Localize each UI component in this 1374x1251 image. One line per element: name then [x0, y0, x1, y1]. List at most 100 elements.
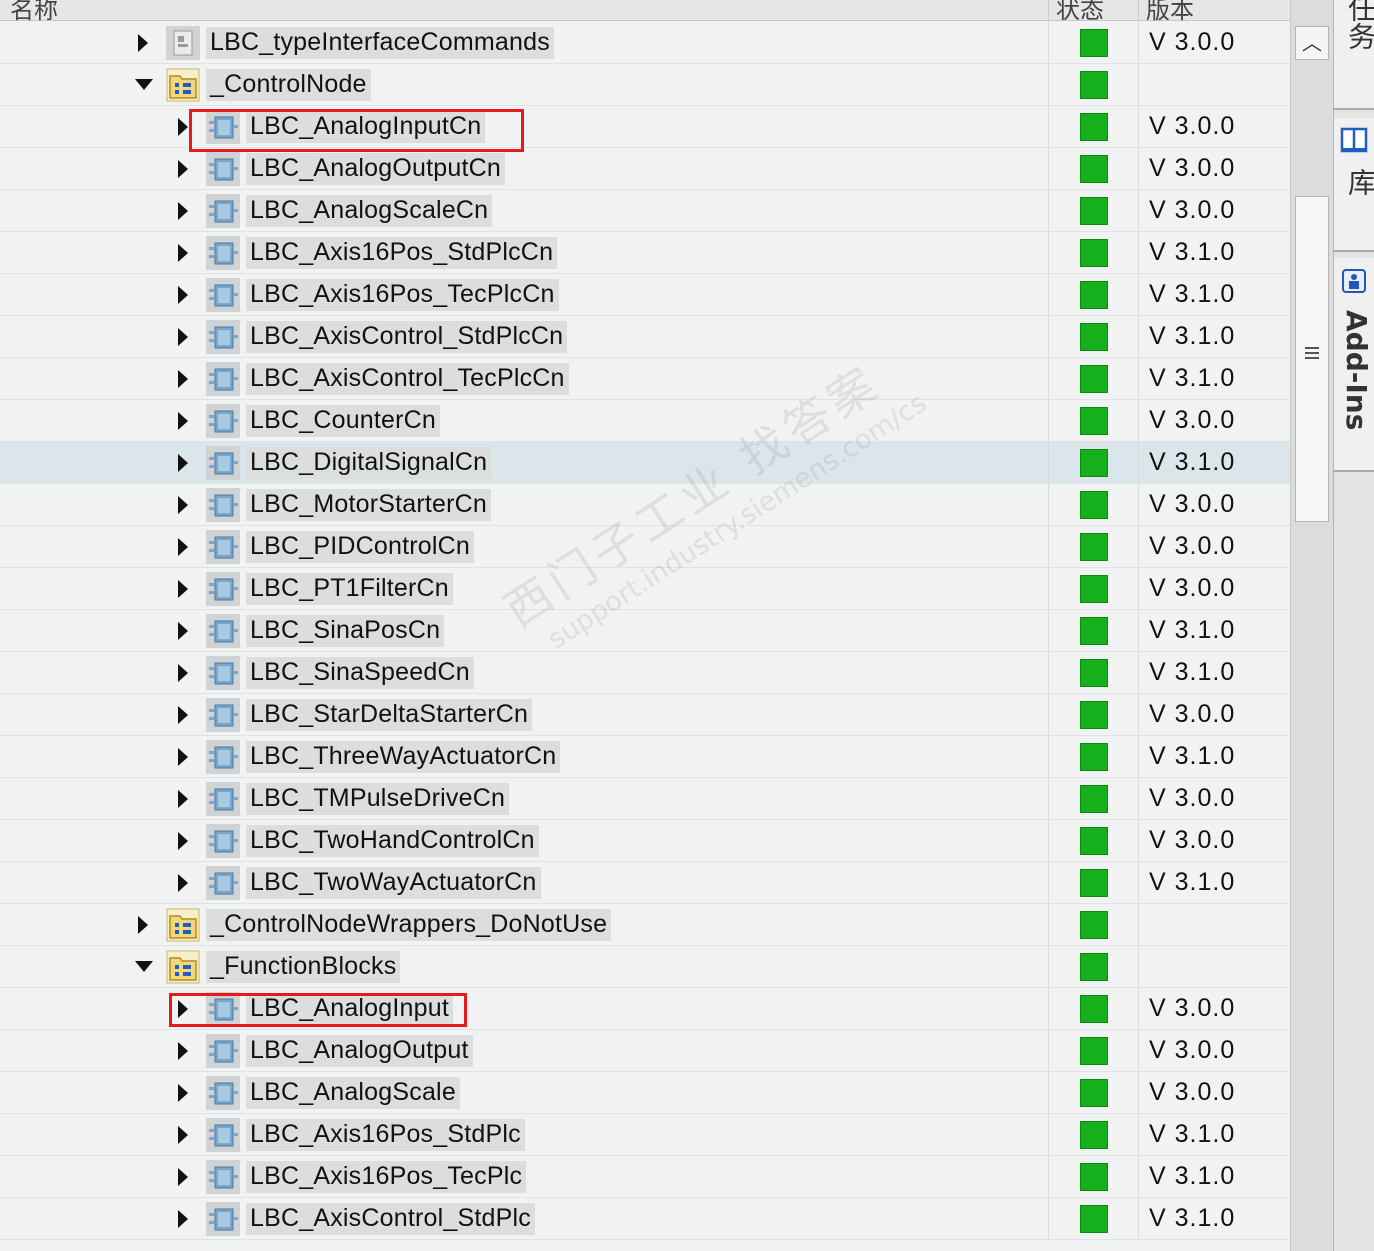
tree-row[interactable]: LBC_AnalogInputCn V 3.0.0: [0, 106, 1290, 148]
chevron-right-icon[interactable]: [178, 1126, 188, 1144]
tree-row[interactable]: LBC_MotorStarterCn V 3.0.0: [0, 484, 1290, 526]
tree-row[interactable]: LBC_typeInterfaceCommands V 3.0.0: [0, 22, 1290, 64]
chevron-right-icon[interactable]: [178, 160, 188, 178]
tree-row[interactable]: _FunctionBlocks: [0, 946, 1290, 988]
tree-row[interactable]: LBC_AnalogScaleCn V 3.0.0: [0, 190, 1290, 232]
chevron-right-icon[interactable]: [178, 1084, 188, 1102]
chevron-right-icon[interactable]: [178, 790, 188, 808]
block-icon: [206, 698, 240, 732]
tree-row[interactable]: LBC_PT1FilterCn V 3.0.0: [0, 568, 1290, 610]
block-icon: [206, 446, 240, 480]
version-label: V 3.1.0: [1149, 448, 1236, 476]
chevron-down-icon[interactable]: [135, 79, 153, 90]
chevron-right-icon[interactable]: [178, 538, 188, 556]
tree-row[interactable]: _ControlNode: [0, 64, 1290, 106]
block-icon: [206, 530, 240, 564]
version-label: V 3.1.0: [1149, 1162, 1236, 1190]
chevron-right-icon[interactable]: [178, 496, 188, 514]
chevron-down-icon[interactable]: [135, 961, 153, 972]
chevron-right-icon[interactable]: [178, 412, 188, 430]
tree-row[interactable]: LBC_Axis16Pos_StdPlcCn V 3.1.0: [0, 232, 1290, 274]
chevron-right-icon[interactable]: [178, 1168, 188, 1186]
column-divider: [1048, 232, 1049, 273]
status-ok-indicator: [1080, 29, 1108, 57]
chevron-right-icon[interactable]: [178, 118, 188, 136]
tree-row[interactable]: LBC_AnalogScale V 3.0.0: [0, 1072, 1290, 1114]
tab-tasks[interactable]: 任务: [1334, 0, 1374, 110]
block-icon: [206, 152, 240, 186]
chevron-right-icon[interactable]: [178, 202, 188, 220]
version-label: V 3.0.0: [1149, 406, 1236, 434]
column-divider: [1138, 148, 1139, 189]
chevron-right-icon[interactable]: [138, 916, 148, 934]
tree-row-label: LBC_PT1FilterCn: [246, 573, 453, 605]
tab-libraries[interactable]: 库: [1334, 118, 1374, 252]
column-divider: [1138, 316, 1139, 357]
tree-row-label: LBC_AnalogInputCn: [246, 111, 486, 143]
scroll-thumb[interactable]: [1295, 196, 1329, 522]
chevron-right-icon[interactable]: [178, 706, 188, 724]
folder-icon: [166, 908, 200, 942]
tab-addins[interactable]: Add-Ins: [1334, 258, 1374, 472]
block-icon: [206, 992, 240, 1026]
tree-row-label: LBC_AxisControl_StdPlcCn: [246, 321, 568, 353]
column-divider: [1048, 190, 1049, 231]
scroll-up-button[interactable]: ︿: [1295, 26, 1329, 60]
chevron-right-icon[interactable]: [178, 1000, 188, 1018]
chevron-right-icon[interactable]: [138, 34, 148, 52]
status-ok-indicator: [1080, 1121, 1108, 1149]
block-icon: [206, 866, 240, 900]
vertical-scrollbar[interactable]: ︿: [1290, 0, 1333, 1251]
tree-row-label: LBC_ThreeWayActuatorCn: [246, 741, 561, 773]
chevron-right-icon[interactable]: [178, 580, 188, 598]
chevron-right-icon[interactable]: [178, 1042, 188, 1060]
chevron-right-icon[interactable]: [178, 748, 188, 766]
tree-row[interactable]: LBC_TwoWayActuatorCn V 3.1.0: [0, 862, 1290, 904]
chevron-right-icon[interactable]: [178, 622, 188, 640]
tree-row[interactable]: LBC_AxisControl_StdPlcCn V 3.1.0: [0, 316, 1290, 358]
tree-row[interactable]: LBC_SinaSpeedCn V 3.1.0: [0, 652, 1290, 694]
tree-row[interactable]: LBC_DigitalSignalCn V 3.1.0: [0, 442, 1290, 484]
column-divider[interactable]: [1138, 0, 1139, 20]
tab-addins-label: Add-Ins: [1340, 310, 1373, 431]
chevron-right-icon[interactable]: [178, 454, 188, 472]
chevron-right-icon[interactable]: [178, 664, 188, 682]
tree-row[interactable]: _ControlNodeWrappers_DoNotUse: [0, 904, 1290, 946]
column-divider: [1138, 988, 1139, 1029]
column-divider: [1138, 442, 1139, 483]
tree-row-label: LBC_DigitalSignalCn: [246, 447, 492, 479]
library-tree-panel: 名称 状态 版本 LBC_typeInterfaceCommands V 3.0.…: [0, 0, 1290, 1251]
tree-row[interactable]: LBC_AnalogInput V 3.0.0: [0, 988, 1290, 1030]
chevron-right-icon[interactable]: [178, 1210, 188, 1228]
chevron-right-icon[interactable]: [178, 832, 188, 850]
tree-row[interactable]: LBC_AxisControl_TecPlcCn V 3.1.0: [0, 358, 1290, 400]
tree-row[interactable]: LBC_Axis16Pos_TecPlcCn V 3.1.0: [0, 274, 1290, 316]
chevron-right-icon[interactable]: [178, 328, 188, 346]
chevron-right-icon[interactable]: [178, 370, 188, 388]
tree-row[interactable]: LBC_PIDControlCn V 3.0.0: [0, 526, 1290, 568]
tree-row[interactable]: LBC_SinaPosCn V 3.1.0: [0, 610, 1290, 652]
status-ok-indicator: [1080, 407, 1108, 435]
block-icon: [206, 1202, 240, 1236]
tree-row[interactable]: LBC_ThreeWayActuatorCn V 3.1.0: [0, 736, 1290, 778]
chevron-right-icon[interactable]: [178, 244, 188, 262]
tree-row-label: LBC_MotorStarterCn: [246, 489, 492, 521]
tab-tasks-label: 任务: [1344, 0, 1374, 50]
tree-row[interactable]: LBC_Axis16Pos_TecPlc V 3.1.0: [0, 1156, 1290, 1198]
column-divider[interactable]: [1048, 0, 1049, 20]
tree-row[interactable]: LBC_Axis16Pos_StdPlc V 3.1.0: [0, 1114, 1290, 1156]
status-ok-indicator: [1080, 1037, 1108, 1065]
tree-row[interactable]: LBC_AnalogOutputCn V 3.0.0: [0, 148, 1290, 190]
tree-row[interactable]: LBC_TwoHandControlCn V 3.0.0: [0, 820, 1290, 862]
version-label: V 3.1.0: [1149, 658, 1236, 686]
tree-row[interactable]: LBC_TMPulseDriveCn V 3.0.0: [0, 778, 1290, 820]
tree-row-label: _ControlNode: [206, 69, 371, 101]
tree-row[interactable]: LBC_CounterCn V 3.0.0: [0, 400, 1290, 442]
chevron-right-icon[interactable]: [178, 874, 188, 892]
block-icon: [206, 824, 240, 858]
chevron-right-icon[interactable]: [178, 286, 188, 304]
tree-row[interactable]: LBC_AxisControl_StdPlc V 3.1.0: [0, 1198, 1290, 1240]
tree-row[interactable]: LBC_AnalogOutput V 3.0.0: [0, 1030, 1290, 1072]
block-icon: [206, 278, 240, 312]
tree-row[interactable]: LBC_StarDeltaStarterCn V 3.0.0: [0, 694, 1290, 736]
